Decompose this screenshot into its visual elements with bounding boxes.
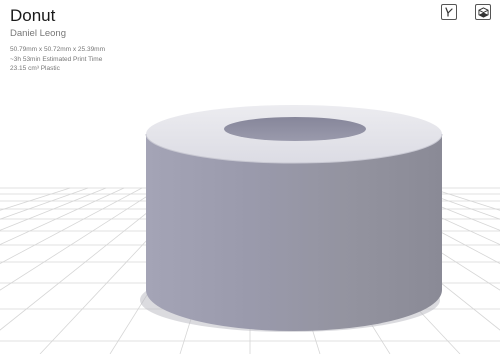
- viewer-toolbar: [441, 4, 491, 20]
- model-stats: 50.79mm x 50.72mm x 25.39mm ~3h 53min Es…: [10, 45, 105, 74]
- model-material: 23.15 cm³ Plastic: [10, 65, 60, 72]
- view-cube-icon: [477, 6, 489, 18]
- model-viewer[interactable]: Donut Daniel Leong 50.79mm x 50.72mm x 2…: [0, 0, 500, 354]
- donut-model[interactable]: [140, 105, 443, 332]
- measure-axes-button[interactable]: [441, 4, 457, 20]
- view-cube-button[interactable]: [475, 4, 491, 20]
- model-dimensions: 50.79mm x 50.72mm x 25.39mm: [10, 46, 106, 53]
- model-body: [146, 134, 442, 331]
- model-author[interactable]: Daniel Leong: [10, 27, 105, 40]
- measure-axes-icon: [445, 7, 453, 17]
- model-hole: [224, 117, 366, 141]
- model-print-time: ~3h 53min Estimated Print Time: [10, 55, 103, 63]
- model-title: Donut: [10, 6, 56, 25]
- model-info-panel: Donut Daniel Leong 50.79mm x 50.72mm x 2…: [10, 6, 105, 74]
